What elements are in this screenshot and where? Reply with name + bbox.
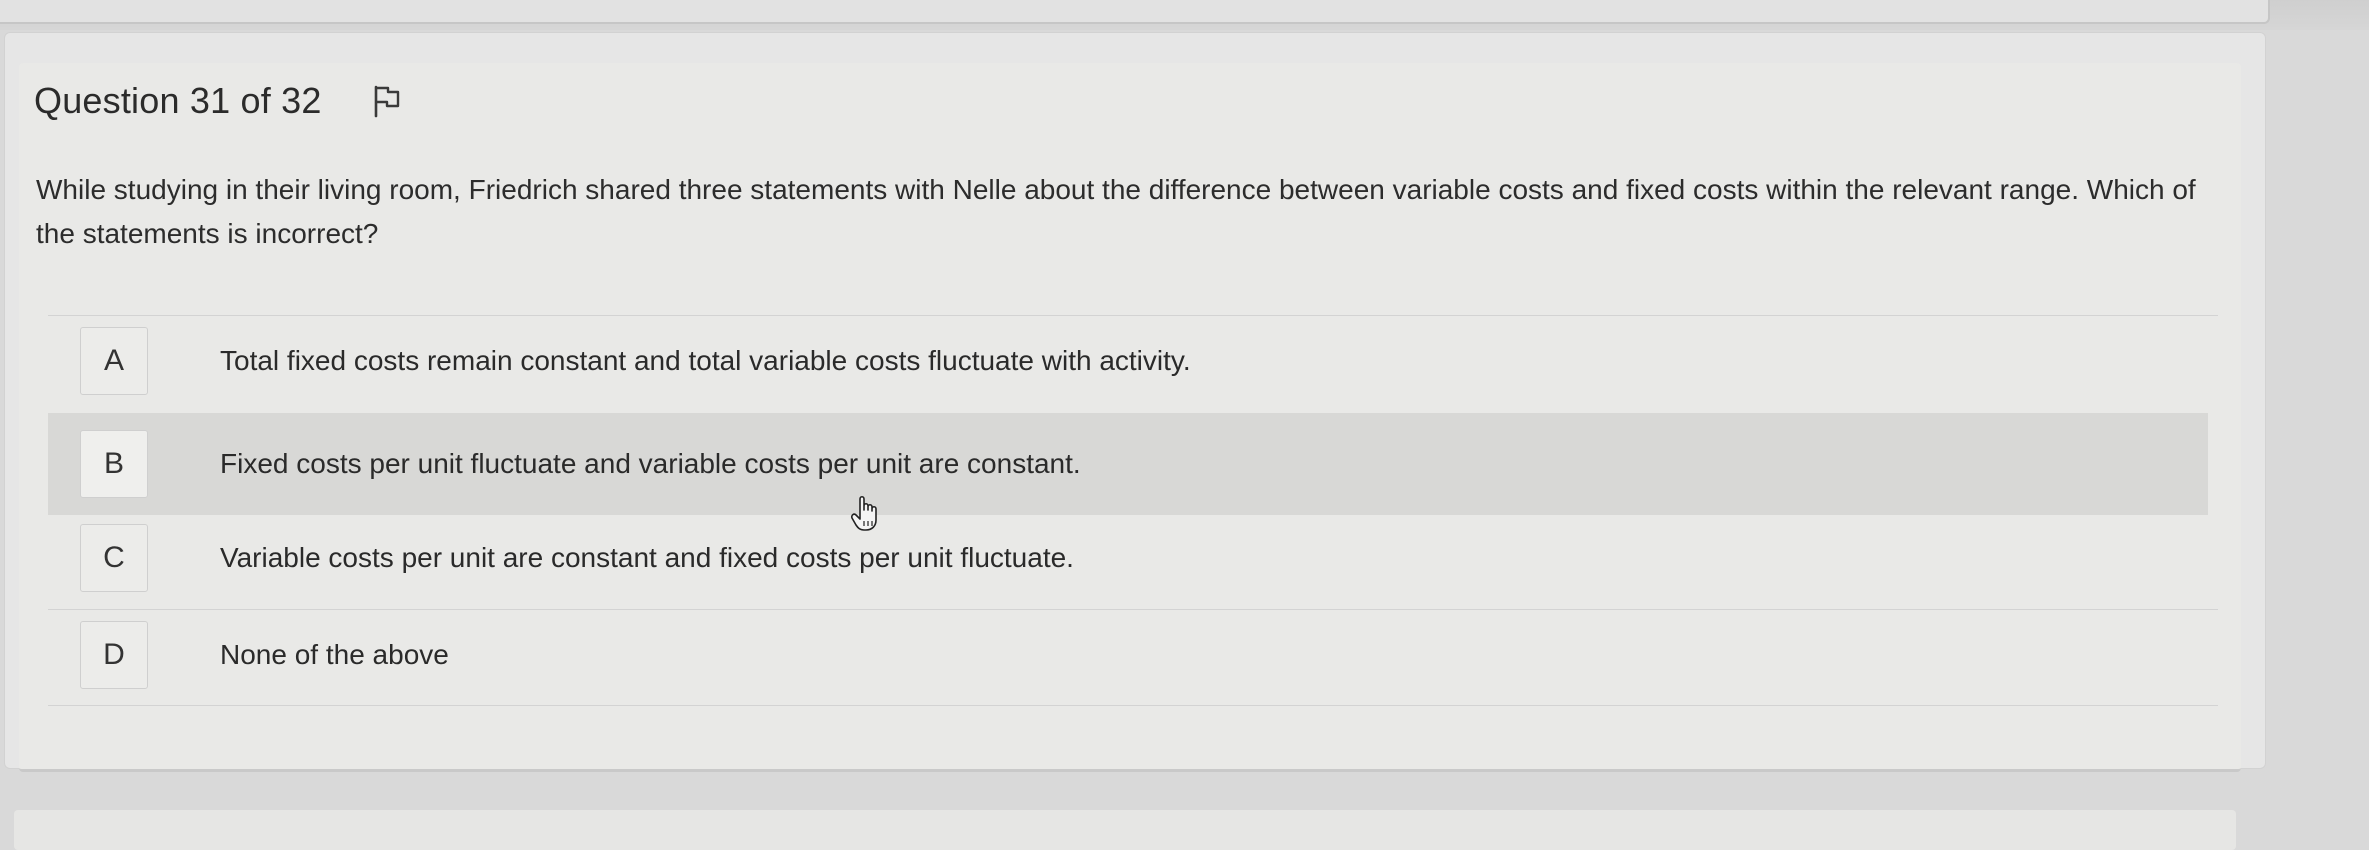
- option-letter: B: [80, 430, 148, 498]
- option-text: Variable costs per unit are constant and…: [220, 542, 1074, 573]
- divider: [48, 705, 2218, 706]
- option-letter: D: [80, 621, 148, 689]
- next-card-edge: [14, 810, 2236, 850]
- option-b[interactable]: B Fixed costs per unit fluctuate and var…: [48, 413, 2208, 515]
- question-title: Question 31 of 32: [34, 80, 322, 121]
- previous-panel-edge: [0, 0, 2270, 24]
- flag-button[interactable]: [370, 82, 404, 120]
- option-letter: C: [80, 524, 148, 592]
- option-text: Fixed costs per unit fluctuate and varia…: [220, 448, 1081, 479]
- option-text: None of the above: [220, 639, 449, 670]
- option-a[interactable]: A Total fixed costs remain constant and …: [48, 313, 2208, 409]
- option-letter: A: [80, 327, 148, 395]
- option-text: Total fixed costs remain constant and to…: [220, 345, 1191, 376]
- option-d[interactable]: D None of the above: [48, 607, 2208, 703]
- hand-pointer-icon: [851, 495, 877, 531]
- option-c[interactable]: C Variable costs per unit are constant a…: [48, 510, 2208, 606]
- flag-icon: [374, 85, 399, 118]
- question-prompt: While studying in their living room, Fri…: [36, 174, 2196, 249]
- question-header: Question 31 of 32: [34, 80, 404, 122]
